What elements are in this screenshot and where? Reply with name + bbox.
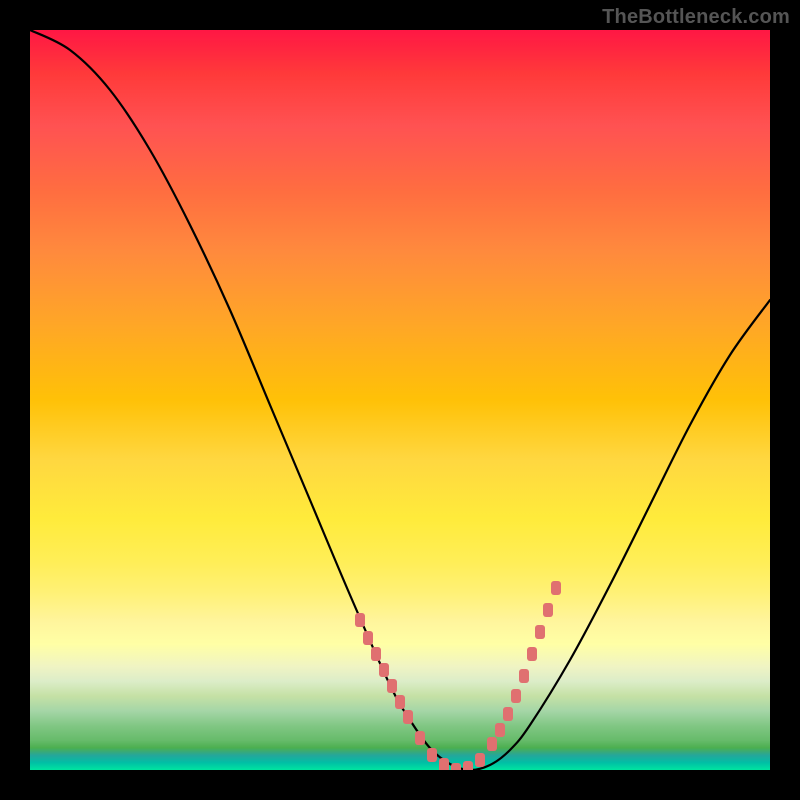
bottleneck-marker	[463, 761, 473, 770]
bottleneck-marker	[387, 679, 397, 693]
bottleneck-marker	[363, 631, 373, 645]
bottleneck-marker	[427, 748, 437, 762]
bottleneck-marker	[451, 763, 461, 770]
bottleneck-marker	[495, 723, 505, 737]
bottleneck-marker	[503, 707, 513, 721]
bottleneck-marker	[511, 689, 521, 703]
bottleneck-marker	[551, 581, 561, 595]
bottleneck-marker	[527, 647, 537, 661]
bottleneck-marker	[519, 669, 529, 683]
bottleneck-marker	[535, 625, 545, 639]
bottleneck-marker	[371, 647, 381, 661]
bottleneck-marker	[415, 731, 425, 745]
bottleneck-marker	[439, 758, 449, 770]
bottleneck-marker	[543, 603, 553, 617]
watermark-text: TheBottleneck.com	[602, 6, 790, 29]
marker-group	[355, 581, 561, 770]
bottleneck-marker	[395, 695, 405, 709]
plot-area	[30, 30, 770, 770]
bottleneck-marker	[475, 753, 485, 767]
bottleneck-marker	[355, 613, 365, 627]
bottleneck-marker	[379, 663, 389, 677]
chart-svg	[30, 30, 770, 770]
bottleneck-marker	[487, 737, 497, 751]
curve-path	[30, 30, 770, 770]
bottleneck-marker	[403, 710, 413, 724]
